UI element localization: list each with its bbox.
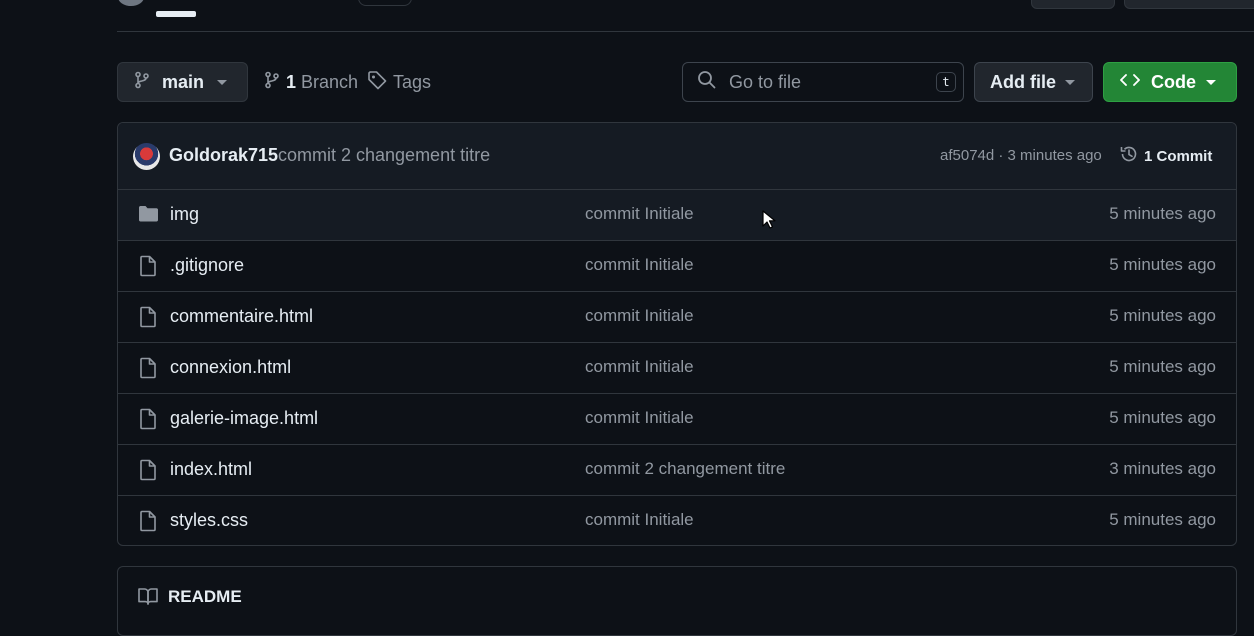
file-row[interactable]: commentaire.html commit Initiale 5 minut… xyxy=(118,292,1236,343)
file-icon xyxy=(138,357,158,384)
header-action-button[interactable] xyxy=(1124,0,1254,9)
latest-commit-bar: Goldorak715 commit 2 changement titre af… xyxy=(118,123,1236,190)
file-row[interactable]: galerie-image.html commit Initiale 5 min… xyxy=(118,394,1236,445)
file-row[interactable]: index.html commit 2 changement titre 3 m… xyxy=(118,445,1236,496)
commit-author[interactable]: Goldorak715 xyxy=(169,145,278,166)
owner-avatar[interactable] xyxy=(118,0,144,6)
file-icon xyxy=(138,306,158,333)
file-icon xyxy=(138,510,158,537)
commit-message[interactable]: commit 2 changement titre xyxy=(278,145,490,166)
keyboard-shortcut-hint: t xyxy=(936,72,956,92)
header-action-button[interactable] xyxy=(1031,0,1115,9)
file-age: 5 minutes ago xyxy=(1109,357,1216,376)
file-name[interactable]: connexion.html xyxy=(170,357,291,378)
file-commit-message[interactable]: commit Initiale xyxy=(585,204,694,224)
chevron-down-icon xyxy=(217,80,227,85)
file-commit-message[interactable]: commit Initiale xyxy=(585,357,694,377)
file-icon xyxy=(138,255,158,282)
file-name[interactable]: commentaire.html xyxy=(170,306,313,327)
file-age: 5 minutes ago xyxy=(1109,255,1216,274)
add-file-label: Add file xyxy=(990,71,1056,92)
go-to-file-search[interactable]: t xyxy=(682,62,964,102)
file-icon xyxy=(138,408,158,435)
author-avatar[interactable] xyxy=(133,143,160,170)
code-button[interactable]: Code xyxy=(1103,62,1237,102)
file-name[interactable]: galerie-image.html xyxy=(170,408,318,429)
search-icon xyxy=(697,70,717,95)
commit-hash-time[interactable]: af5074d · 3 minutes ago xyxy=(940,147,1102,164)
add-file-button[interactable]: Add file xyxy=(974,62,1093,102)
readme-panel: README xyxy=(117,566,1237,636)
file-row[interactable]: img commit Initiale 5 minutes ago xyxy=(118,190,1236,241)
tag-icon xyxy=(367,70,387,95)
file-age: 3 minutes ago xyxy=(1109,459,1216,478)
file-age: 5 minutes ago xyxy=(1109,306,1216,325)
file-row[interactable]: .gitignore commit Initiale 5 minutes ago xyxy=(118,241,1236,292)
file-commit-message[interactable]: commit Initiale xyxy=(585,255,694,275)
branches-label: Branch xyxy=(301,71,359,92)
file-age: 5 minutes ago xyxy=(1109,510,1216,529)
chevron-down-icon xyxy=(1206,80,1216,85)
file-row[interactable]: styles.css commit Initiale 5 minutes ago xyxy=(118,496,1236,545)
tags-label: Tags xyxy=(393,71,432,92)
code-label: Code xyxy=(1151,71,1196,92)
file-age: 5 minutes ago xyxy=(1109,204,1216,223)
file-icon xyxy=(138,459,158,486)
file-name[interactable]: img xyxy=(170,204,199,225)
file-commit-message[interactable]: commit 2 changement titre xyxy=(585,459,785,479)
file-commit-message[interactable]: commit Initiale xyxy=(585,510,694,530)
file-name[interactable]: .gitignore xyxy=(170,255,244,276)
repo-title-fragment xyxy=(156,0,346,17)
file-age: 5 minutes ago xyxy=(1109,408,1216,427)
tags-link[interactable]: Tags xyxy=(367,62,431,102)
mouse-cursor-icon xyxy=(762,210,776,235)
branch-name: main xyxy=(162,71,205,92)
go-to-file-input[interactable] xyxy=(727,70,921,94)
commits-history-link[interactable]: 1 Commit xyxy=(1119,144,1212,168)
branches-count: 1 xyxy=(286,71,297,92)
file-browser: Goldorak715 commit 2 changement titre af… xyxy=(117,122,1237,546)
code-icon xyxy=(1119,72,1141,93)
visibility-badge xyxy=(358,0,412,6)
header-divider xyxy=(117,31,1254,32)
commits-count: 1 Commit xyxy=(1144,147,1213,165)
file-commit-message[interactable]: commit Initiale xyxy=(585,306,694,326)
history-icon xyxy=(1119,144,1139,168)
file-row[interactable]: connexion.html commit Initiale 5 minutes… xyxy=(118,343,1236,394)
book-icon xyxy=(138,587,158,610)
file-name[interactable]: styles.css xyxy=(170,510,248,531)
branch-selector-button[interactable]: main xyxy=(117,62,248,102)
file-name[interactable]: index.html xyxy=(170,459,252,480)
chevron-down-icon xyxy=(1065,80,1075,85)
git-branch-icon xyxy=(264,71,280,94)
git-branch-icon xyxy=(134,71,150,94)
folder-icon xyxy=(138,204,159,228)
file-commit-message[interactable]: commit Initiale xyxy=(585,408,694,428)
repo-header-cutoff xyxy=(0,0,1254,17)
branches-link[interactable]: 1 Branch xyxy=(264,62,358,102)
readme-title[interactable]: README xyxy=(168,587,242,607)
